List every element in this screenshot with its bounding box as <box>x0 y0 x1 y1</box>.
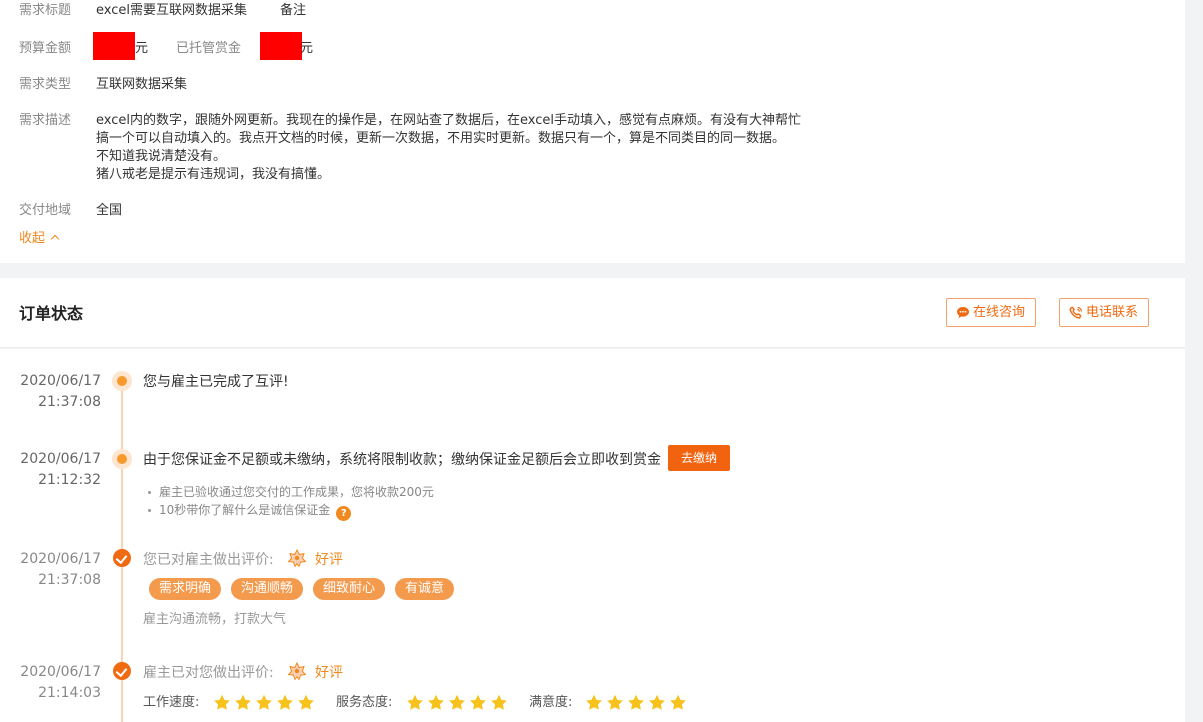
desc-line: 搞一个可以自动填入的。我点开文档的时候，更新一次数据，不用实时更新。数据只有一个… <box>96 131 786 146</box>
order-timeline: 2020/06/17 21:37:08 您与雇主已完成了互评! 2020/06/… <box>0 349 1185 722</box>
event-text: 您与雇主已完成了互评! <box>143 374 289 390</box>
score-label: 满意度: <box>529 695 573 710</box>
phone-contact-button[interactable]: 电话联系 <box>1059 298 1150 327</box>
star-icon <box>449 694 465 710</box>
desc-line: 猪八戒老是提示有违规词，我没有搞懂。 <box>96 167 331 182</box>
star-icon <box>491 694 507 710</box>
star-icon <box>298 694 314 710</box>
bullet-link[interactable]: 10秒带你了解什么是诚信保证金 <box>159 503 330 517</box>
star-icon <box>628 694 644 710</box>
type-label: 需求类型 <box>19 77 72 92</box>
flower-good-icon <box>287 548 307 568</box>
pay-deposit-button[interactable]: 去缴纳 <box>668 445 730 471</box>
chevron-up-icon <box>50 234 60 244</box>
phone-contact-label: 电话联系 <box>1086 305 1139 320</box>
star-icon <box>670 694 686 710</box>
escrow-unit: 元 <box>300 41 314 56</box>
event-text: 您已对雇主做出评价: <box>143 552 274 568</box>
type-value: 互联网数据采集 <box>96 77 188 92</box>
collapse-toggle[interactable]: 收起 <box>19 230 60 248</box>
phone-icon <box>1069 306 1083 319</box>
collapse-label: 收起 <box>19 231 46 246</box>
desc-line: excel内的数字，跟随外网更新。我现在的操作是，在网站查了数据后，在excel… <box>96 113 801 128</box>
star-rating <box>585 694 690 712</box>
budget-label: 预算金额 <box>19 41 72 56</box>
event-bullet: 雇主已验收通过您交付的工作成果，您将收款200元 <box>148 484 434 500</box>
title-value: excel需要互联网数据采集 <box>96 3 247 18</box>
evaluation-tag: 细致耐心 <box>313 578 386 600</box>
region-value: 全国 <box>96 203 123 218</box>
star-icon <box>235 694 251 710</box>
check-circle-icon <box>113 549 131 567</box>
event-time: 21:37:08 <box>38 572 101 588</box>
event-date: 2020/06/17 <box>20 551 101 567</box>
escrow-label: 已托管赏金 <box>176 41 242 56</box>
star-icon <box>428 694 444 710</box>
star-icon <box>470 694 486 710</box>
star-icon <box>277 694 293 710</box>
star-rating <box>406 694 511 712</box>
desc-label: 需求描述 <box>19 113 72 128</box>
event-date: 2020/06/17 <box>20 373 101 389</box>
evaluation-tag: 需求明确 <box>149 578 222 600</box>
score-label: 工作速度: <box>143 695 200 710</box>
event-text: 由于您保证金不足额或未缴纳，系统将限制收款；缴纳保证金足额后会立即收到赏金 <box>143 452 661 468</box>
help-icon[interactable]: ? <box>336 506 352 521</box>
event-date: 2020/06/17 <box>20 664 101 680</box>
star-rating <box>213 694 318 712</box>
chat-icon <box>957 307 969 318</box>
event-time: 21:14:03 <box>38 685 101 701</box>
region-label: 交付地域 <box>19 203 72 218</box>
check-circle-icon <box>113 662 131 680</box>
event-date: 2020/06/17 <box>20 451 101 467</box>
escrow-redaction <box>260 32 302 60</box>
star-icon <box>256 694 272 710</box>
star-icon <box>607 694 623 710</box>
online-consult-label: 在线咨询 <box>973 305 1026 320</box>
timeline-dot-icon <box>112 371 132 391</box>
star-icon <box>407 694 423 710</box>
order-status-title: 订单状态 <box>19 304 84 323</box>
star-icon <box>649 694 665 710</box>
desc-text: excel内的数字，跟随外网更新。我现在的操作是，在网站查了数据后，在excel… <box>96 112 801 184</box>
event-bullet[interactable]: 10秒带你了解什么是诚信保证金? <box>148 502 352 521</box>
star-icon <box>586 694 602 710</box>
timeline-dot-icon <box>112 449 132 469</box>
requirement-card: 需求标题 excel需要互联网数据采集 备注 预算金额 元 已托管赏金 元 需求… <box>0 0 1185 263</box>
event-text: 雇主已对您做出评价: <box>143 665 274 681</box>
title-label: 需求标题 <box>19 3 72 18</box>
star-icon <box>214 694 230 710</box>
order-detail-page: 需求标题 excel需要互联网数据采集 备注 预算金额 元 已托管赏金 元 需求… <box>0 0 1203 722</box>
evaluation-tag: 有诚意 <box>395 578 455 600</box>
evaluation-comment: 雇主沟通流畅，打款大气 <box>143 612 287 627</box>
online-consult-button[interactable]: 在线咨询 <box>946 298 1037 327</box>
event-time: 21:37:08 <box>38 394 101 410</box>
evaluation-tag: 沟通顺畅 <box>231 578 304 600</box>
order-status-header: 订单状态 在线咨询 电话联系 <box>0 278 1185 348</box>
budget-unit: 元 <box>135 41 149 56</box>
budget-redaction <box>93 32 135 60</box>
rating-text: 好评 <box>315 552 343 568</box>
event-time: 21:12:32 <box>38 472 101 488</box>
score-label: 服务态度: <box>336 695 393 710</box>
bullet-text: 雇主已验收通过您交付的工作成果，您将收款200元 <box>159 485 434 499</box>
desc-line: 不知道我说清楚没有。 <box>96 149 227 164</box>
note-label: 备注 <box>280 3 307 18</box>
flower-good-icon <box>287 661 307 681</box>
rating-text: 好评 <box>315 665 343 681</box>
